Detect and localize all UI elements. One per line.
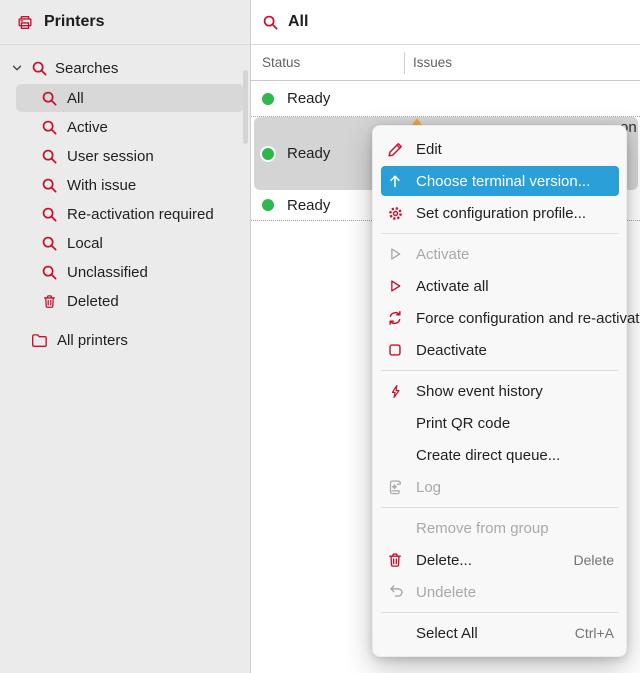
- menu-item-edit[interactable]: Edit: [373, 133, 626, 165]
- sidebar-header: Printers: [0, 0, 250, 45]
- sidebar-item-unclassified[interactable]: Unclassified: [16, 258, 244, 286]
- menu-separator: [381, 612, 618, 613]
- sidebar-nav: Searches All Active User session With is: [0, 45, 250, 355]
- menu-shortcut: Ctrl+A: [575, 625, 614, 641]
- chevron-down-icon: [10, 59, 23, 77]
- sidebar-title: Printers: [44, 13, 104, 31]
- sidebar-item-label: Active: [67, 119, 108, 136]
- sidebar-item-label: With issue: [67, 177, 136, 194]
- menu-item-deactivate[interactable]: Deactivate: [373, 334, 626, 366]
- arrow-up-icon: [385, 171, 405, 191]
- sidebar-item-local[interactable]: Local: [16, 229, 244, 257]
- status-text: Ready: [287, 197, 330, 214]
- printer-icon: [16, 13, 34, 31]
- context-menu: Edit Choose terminal version... Set conf…: [372, 125, 627, 657]
- menu-item-print-qr-code[interactable]: Print QR code: [373, 407, 626, 439]
- sidebar-item-label: All printers: [57, 332, 128, 349]
- menu-item-activate-all[interactable]: Activate all: [373, 270, 626, 302]
- stop-square-icon: [385, 340, 405, 360]
- status-ready-dot: [262, 148, 274, 160]
- sidebar-group-searches[interactable]: Searches: [0, 53, 250, 83]
- menu-item-undelete: Undelete: [373, 576, 626, 608]
- sidebar-item-deleted[interactable]: Deleted: [16, 287, 244, 315]
- play-icon: [385, 244, 405, 264]
- menu-item-remove-from-group: Remove from group: [373, 512, 626, 544]
- menu-item-log: Log: [373, 471, 626, 503]
- log-scroll-icon: [385, 477, 405, 497]
- status-text: Ready: [287, 145, 330, 162]
- sidebar-item-label: User session: [67, 148, 154, 165]
- pencil-icon: [385, 139, 405, 159]
- sidebar-item-label: Local: [67, 235, 103, 252]
- search-icon: [261, 13, 279, 31]
- sidebar-scrollbar-thumb[interactable]: [243, 70, 248, 144]
- menu-item-set-configuration-profile[interactable]: Set configuration profile...: [373, 197, 626, 229]
- sidebar-item-label: Unclassified: [67, 264, 148, 281]
- search-icon: [40, 176, 58, 194]
- refresh-icon: [385, 308, 405, 328]
- no-icon: [385, 518, 405, 538]
- search-icon: [40, 263, 58, 281]
- sidebar-item-with-issue[interactable]: With issue: [16, 171, 244, 199]
- search-icon: [40, 118, 58, 136]
- menu-item-delete[interactable]: Delete... Delete: [373, 544, 626, 576]
- search-icon: [40, 147, 58, 165]
- sidebar-item-label: All: [67, 90, 84, 107]
- menu-item-choose-terminal-version[interactable]: Choose terminal version...: [381, 166, 619, 196]
- sidebar-item-reactivation-required[interactable]: Re-activation required: [16, 200, 244, 228]
- menu-item-create-direct-queue[interactable]: Create direct queue...: [373, 439, 626, 471]
- search-icon: [30, 59, 48, 77]
- sidebar-item-all-printers[interactable]: All printers: [0, 325, 250, 355]
- column-header-status[interactable]: Status: [251, 55, 404, 70]
- sidebar-item-user-session[interactable]: User session: [16, 142, 244, 170]
- page-title: All: [288, 13, 308, 31]
- sidebar-item-active[interactable]: Active: [16, 113, 244, 141]
- main-header: All: [251, 0, 640, 45]
- no-icon: [385, 623, 405, 643]
- column-divider[interactable]: [404, 52, 405, 74]
- menu-item-activate: Activate: [373, 238, 626, 270]
- column-header-issues[interactable]: Issues: [404, 55, 452, 70]
- menu-separator: [381, 370, 618, 371]
- warning-icon-clipped: [412, 118, 422, 125]
- sidebar-group-label: Searches: [55, 60, 118, 77]
- undo-icon: [385, 582, 405, 602]
- trash-icon: [40, 292, 58, 310]
- menu-item-force-configuration-reactivate[interactable]: Force configuration and re-activate: [373, 302, 626, 334]
- sidebar-item-label: Re-activation required: [67, 206, 214, 223]
- no-icon: [385, 445, 405, 465]
- sidebar: Printers Searches All Active: [0, 0, 251, 673]
- table-row[interactable]: Ready: [251, 81, 640, 117]
- sidebar-item-all[interactable]: All: [16, 84, 244, 112]
- menu-separator: [381, 233, 618, 234]
- search-icon: [40, 234, 58, 252]
- sidebar-item-label: Deleted: [67, 293, 119, 310]
- search-icon: [40, 205, 58, 223]
- play-icon: [385, 276, 405, 296]
- menu-item-select-all[interactable]: Select All Ctrl+A: [373, 617, 626, 649]
- menu-shortcut: Delete: [574, 552, 614, 568]
- table-header: Status Issues: [251, 45, 640, 81]
- status-ready-dot: [262, 93, 274, 105]
- search-icon: [40, 89, 58, 107]
- status-ready-dot: [262, 199, 274, 211]
- trash-icon: [385, 550, 405, 570]
- menu-separator: [381, 507, 618, 508]
- folder-icon: [30, 331, 48, 349]
- menu-item-show-event-history[interactable]: Show event history: [373, 375, 626, 407]
- gear-icon: [385, 203, 405, 223]
- lightning-icon: [385, 381, 405, 401]
- no-icon: [385, 413, 405, 433]
- status-text: Ready: [287, 90, 330, 107]
